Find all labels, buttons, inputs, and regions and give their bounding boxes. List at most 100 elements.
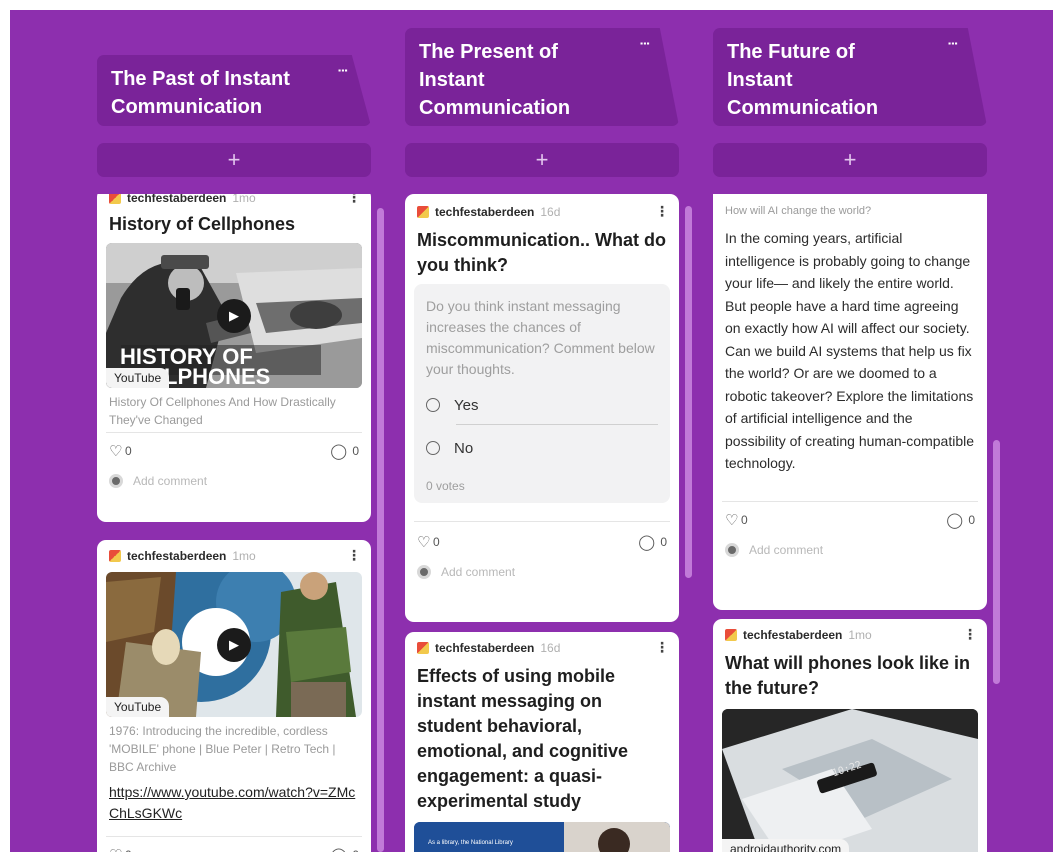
post-card[interactable]: techfestaberdeen 1mo ⋮ What will phones … — [713, 619, 987, 852]
column-title: The Past of Instant Communication — [111, 68, 290, 118]
author-avatar — [417, 642, 429, 654]
author-avatar — [417, 206, 429, 218]
video-thumbnail[interactable]: ▶ YouTube — [106, 572, 362, 717]
speech-bubble-icon[interactable]: ◯ — [330, 846, 347, 852]
source-badge: androidauthority.com — [722, 839, 850, 852]
radio-circle-icon[interactable] — [426, 441, 440, 455]
post-menu-icon[interactable]: ⋮ — [347, 547, 361, 564]
post-author: techfestaberdeen 1mo ⋮ — [97, 546, 371, 566]
column-scrollbar[interactable] — [685, 206, 692, 578]
divider — [414, 521, 670, 522]
author-name: techfestaberdeen — [743, 628, 843, 642]
link-preview-image[interactable]: 10:22 androidauthority.com — [722, 709, 978, 852]
post-card[interactable]: How will AI change the world? In the com… — [713, 194, 987, 610]
play-icon[interactable]: ▶ — [217, 627, 251, 662]
post-title: What will phones look like in the future… — [725, 653, 971, 698]
thumbnail-photo — [414, 822, 670, 852]
author-name: techfestaberdeen — [435, 205, 535, 219]
heart-icon[interactable]: ♡ — [109, 442, 122, 460]
source-badge: YouTube — [106, 697, 170, 717]
post-time: 16d — [540, 641, 561, 655]
poll-option-yes[interactable]: Yes — [426, 386, 658, 424]
source-badge: YouTube — [106, 368, 170, 388]
column-title: The Future of Instant Communication — [727, 41, 879, 119]
heart-icon[interactable]: ♡ — [417, 533, 430, 551]
card-list: techfestaberdeen 1mo ⋮ History of Cellph… — [97, 194, 371, 852]
add-comment-field[interactable]: Add comment — [405, 562, 679, 582]
video-thumbnail[interactable]: HISTORY OF CELLPHONES ▶ YouTube — [106, 243, 362, 388]
post-menu-icon[interactable]: ⋮ — [347, 194, 361, 206]
poll-question: Do you think instant messaging increases… — [426, 298, 655, 377]
reactions-bar: ♡ 0 ◯ 0 — [97, 439, 371, 465]
like-count: 0 — [433, 535, 440, 549]
post-menu-icon[interactable]: ⋮ — [655, 639, 669, 656]
author-name: techfestaberdeen — [127, 549, 227, 563]
poll-option-no[interactable]: No — [426, 429, 658, 467]
commenter-avatar — [417, 565, 431, 579]
add-comment-placeholder: Add comment — [749, 542, 824, 557]
post-author: techfestaberdeen 1mo ⋮ — [97, 194, 371, 208]
post-time: 1mo — [232, 549, 256, 563]
column-menu-icon[interactable]: ⋮ — [336, 65, 348, 75]
post-card[interactable]: techfestaberdeen 16d ⋮ Miscommunication.… — [405, 194, 679, 622]
poll-option-label: No — [454, 439, 474, 457]
post-subject: How will AI change the world? — [725, 205, 872, 217]
poll-divider — [456, 424, 658, 425]
author-name: techfestaberdeen — [127, 194, 227, 205]
post-card[interactable]: techfestaberdeen 1mo ⋮ History of Cellph… — [97, 194, 371, 522]
post-menu-icon[interactable]: ⋮ — [963, 626, 977, 643]
reactions-bar: ♡ 0 ◯ 0 — [713, 508, 987, 534]
speech-bubble-icon[interactable]: ◯ — [638, 533, 655, 551]
add-post-button[interactable]: + — [405, 143, 679, 177]
column-present: The Present of Instant Communication ⋮ +… — [405, 10, 692, 852]
post-card[interactable]: techfestaberdeen 1mo ⋮ ▶ YouTube 1976: I… — [97, 540, 371, 852]
column-header[interactable]: The Present of Instant Communication ⋮ — [405, 28, 679, 126]
author-avatar — [109, 194, 121, 204]
add-comment-field[interactable]: Add comment — [713, 540, 987, 560]
post-author: techfestaberdeen 1mo ⋮ — [713, 625, 987, 645]
comment-count: 0 — [968, 512, 975, 527]
attachment-caption: History Of Cellphones And How Drasticall… — [109, 395, 336, 427]
heart-icon[interactable]: ♡ — [109, 846, 122, 852]
comment-count: 0 — [352, 848, 359, 852]
add-comment-field[interactable]: Add comment — [97, 471, 371, 491]
divider — [106, 836, 362, 837]
column-header[interactable]: The Future of Instant Communication ⋮ — [713, 28, 987, 126]
article-thumbnail[interactable]: As a library, the National Library — [414, 822, 670, 852]
add-post-button[interactable]: + — [97, 143, 371, 177]
add-post-button[interactable]: + — [713, 143, 987, 177]
poll-vote-count: 0 votes — [426, 479, 465, 493]
post-body: In the coming years, artificial intellig… — [725, 230, 975, 471]
play-icon[interactable]: ▶ — [217, 298, 251, 333]
radio-circle-icon[interactable] — [426, 398, 440, 412]
column-menu-icon[interactable]: ⋮ — [638, 38, 650, 48]
reactions-bar: ♡ 0 ◯ 0 — [405, 530, 679, 556]
divider — [722, 500, 978, 502]
author-avatar — [725, 629, 737, 641]
comment-count: 0 — [660, 535, 667, 549]
post-title: Effects of using mobile instant messagin… — [417, 666, 629, 811]
divider — [106, 432, 362, 433]
column-scrollbar[interactable] — [993, 440, 1000, 684]
speech-bubble-icon[interactable]: ◯ — [330, 442, 347, 460]
post-link[interactable]: https://www.youtube.com/watch?v=ZMcChLsG… — [97, 776, 371, 824]
column-future: The Future of Instant Communication ⋮ + … — [713, 10, 1000, 852]
author-name: techfestaberdeen — [435, 641, 535, 655]
speech-bubble-icon[interactable]: ◯ — [946, 511, 963, 529]
column-scrollbar[interactable] — [377, 208, 384, 852]
post-time: 1mo — [232, 194, 256, 205]
heart-icon[interactable]: ♡ — [725, 511, 738, 529]
add-comment-placeholder: Add comment — [133, 474, 208, 488]
post-card[interactable]: techfestaberdeen 16d ⋮ Effects of using … — [405, 632, 679, 852]
card-list: techfestaberdeen 16d ⋮ Miscommunication.… — [405, 194, 679, 852]
commenter-avatar — [109, 474, 123, 488]
column-header[interactable]: The Past of Instant Communication ⋮ — [97, 55, 371, 126]
commenter-avatar — [725, 542, 739, 557]
column-past: The Past of Instant Communication ⋮ + te… — [97, 10, 384, 852]
column-menu-icon[interactable]: ⋮ — [946, 38, 958, 48]
post-menu-icon[interactable]: ⋮ — [655, 203, 669, 220]
post-time: 16d — [540, 205, 561, 219]
like-count: 0 — [125, 444, 132, 458]
like-count: 0 — [125, 848, 132, 852]
add-comment-placeholder: Add comment — [441, 565, 516, 579]
